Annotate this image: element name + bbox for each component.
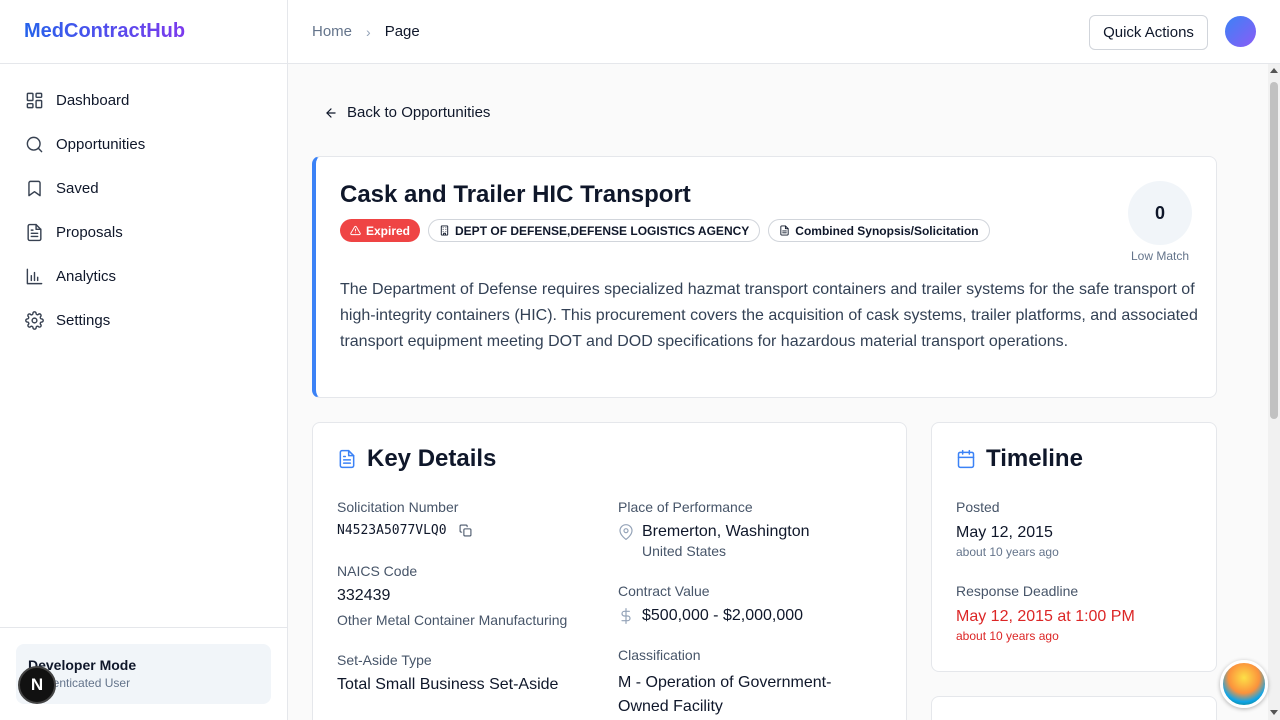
back-to-opportunities-link[interactable]: Back to Opportunities — [324, 104, 490, 121]
developer-mode-title: Developer Mode — [28, 657, 137, 673]
secondary-card — [931, 696, 1217, 720]
sidebar-item-label: Saved — [56, 179, 99, 197]
nextjs-dev-indicator[interactable]: N — [18, 666, 56, 704]
set-aside-label: Set-Aside Type — [337, 652, 432, 668]
posted-label: Posted — [956, 499, 1000, 515]
alert-triangle-icon — [350, 225, 361, 236]
sidebar-item-saved[interactable]: Saved — [0, 166, 287, 210]
classification-value-line2: Owned Facility — [618, 698, 723, 715]
sidebar-item-settings[interactable]: Settings — [0, 298, 287, 342]
bar-chart-icon — [24, 266, 44, 286]
sidebar-item-label: Opportunities — [56, 135, 146, 153]
naics-code-field: NAICS Code 332439 Other Metal Container … — [337, 563, 567, 628]
sidebar-item-dashboard[interactable]: Dashboard — [0, 78, 287, 122]
developer-mode-card[interactable]: Developer Mode Authenticated User — [16, 644, 271, 704]
chevron-right-icon: › — [366, 23, 371, 40]
developer-mode-subtitle: Authenticated User — [28, 676, 131, 690]
scroll-up-arrow[interactable] — [1270, 68, 1278, 73]
brand-logo[interactable]: MedContractHub — [0, 0, 287, 64]
file-icon — [780, 225, 789, 236]
classification-field: Classification M - Operation of Governme… — [618, 647, 878, 719]
naics-description: Other Metal Container Manufacturing — [337, 612, 568, 628]
deadline-relative: about 10 years ago — [956, 629, 1059, 643]
solicitation-number-label: Solicitation Number — [337, 499, 459, 515]
notice-type-badge: Combined Synopsis/Solicitation — [768, 219, 990, 242]
breadcrumb-current: Page — [384, 23, 420, 40]
key-details-heading: Key Details — [337, 445, 496, 473]
posted-value: May 12, 2015 — [956, 524, 1053, 541]
sidebar-item-label: Proposals — [56, 223, 123, 241]
back-label: Back to Opportunities — [347, 104, 491, 121]
badge-row: Expired DEPT OF DEFENSE,DEFENSE LOGISTIC… — [340, 219, 990, 242]
classification-value-line1: M - Operation of Government- — [618, 674, 832, 691]
contract-value-label: Contract Value — [618, 583, 710, 599]
opportunity-description: The Department of Defense requires speci… — [340, 281, 1198, 350]
agency-badge: DEPT OF DEFENSE,DEFENSE LOGISTICS AGENCY — [428, 219, 761, 242]
search-icon — [24, 134, 44, 154]
naics-code-value: 332439 — [337, 587, 391, 604]
avatar[interactable] — [1225, 16, 1256, 47]
sidebar-item-label: Analytics — [56, 267, 117, 285]
key-details-card: Key Details Solicitation Number N4523A50… — [312, 422, 907, 720]
quick-actions-button[interactable]: Quick Actions — [1089, 15, 1208, 50]
main-content: Back to Opportunities Cask and Trailer H… — [288, 64, 1268, 720]
sidebar-item-label: Dashboard — [56, 91, 130, 109]
sidebar-item-analytics[interactable]: Analytics — [0, 254, 287, 298]
contract-value: $500,000 - $2,000,000 — [642, 607, 804, 624]
breadcrumb-home[interactable]: Home — [312, 23, 352, 40]
match-label: Low Match — [1130, 249, 1190, 263]
gear-icon — [24, 310, 44, 330]
classification-label: Classification — [618, 647, 701, 663]
contract-value-field: Contract Value $500,000 - $2,000,000 — [618, 583, 803, 625]
place-city: Bremerton, Washington — [642, 523, 810, 540]
top-header: Home › Page Quick Actions — [288, 0, 1280, 64]
building-icon — [440, 225, 449, 236]
timeline-card: Timeline Posted May 12, 2015 about 10 ye… — [931, 422, 1217, 672]
deadline-label: Response Deadline — [956, 583, 1079, 599]
scroll-down-arrow[interactable] — [1270, 710, 1278, 715]
map-pin-icon — [619, 524, 633, 540]
place-of-performance-field: Place of Performance Bremerton, Washingt… — [618, 499, 809, 559]
floating-assistant-button[interactable] — [1220, 660, 1268, 708]
bookmark-icon — [24, 178, 44, 198]
page-scrollbar[interactable] — [1268, 64, 1280, 720]
scrollbar-thumb[interactable] — [1270, 82, 1278, 419]
sidebar: MedContractHub Dashboard Opportunities S… — [0, 0, 288, 720]
solicitation-number-field: Solicitation Number N4523A5077VLQ0 — [337, 499, 472, 538]
solicitation-number-value: N4523A5077VLQ0 — [337, 523, 447, 538]
status-badge: Expired — [340, 219, 421, 242]
posted-relative: about 10 years ago — [956, 545, 1059, 559]
naics-code-label: NAICS Code — [337, 563, 418, 579]
file-text-icon — [339, 449, 355, 469]
sidebar-item-proposals[interactable]: Proposals — [0, 210, 287, 254]
dollar-icon — [621, 608, 631, 624]
match-score: 0 — [1128, 181, 1192, 245]
document-icon — [24, 222, 44, 242]
response-deadline-field: Response Deadline May 12, 2015 at 1:00 P… — [956, 583, 1135, 643]
place-of-performance-label: Place of Performance — [618, 499, 753, 515]
deadline-value: May 12, 2015 at 1:00 PM — [956, 608, 1135, 625]
set-aside-field: Set-Aside Type Total Small Business Set-… — [337, 652, 558, 694]
opportunity-summary-card: Cask and Trailer HIC Transport Expired D… — [312, 156, 1217, 398]
set-aside-value: Total Small Business Set-Aside — [337, 676, 559, 693]
page-title: Cask and Trailer HIC Transport — [340, 181, 691, 208]
sidebar-item-label: Settings — [56, 311, 111, 329]
sidebar-nav: Dashboard Opportunities Saved Proposals … — [0, 64, 287, 342]
dashboard-icon — [24, 90, 44, 110]
sidebar-item-opportunities[interactable]: Opportunities — [0, 122, 287, 166]
copy-icon[interactable] — [459, 524, 472, 537]
place-country: United States — [642, 543, 727, 559]
arrow-left-icon — [326, 107, 336, 118]
calendar-icon — [957, 449, 975, 469]
timeline-heading: Timeline — [956, 445, 1083, 473]
posted-field: Posted May 12, 2015 about 10 years ago — [956, 499, 1059, 559]
